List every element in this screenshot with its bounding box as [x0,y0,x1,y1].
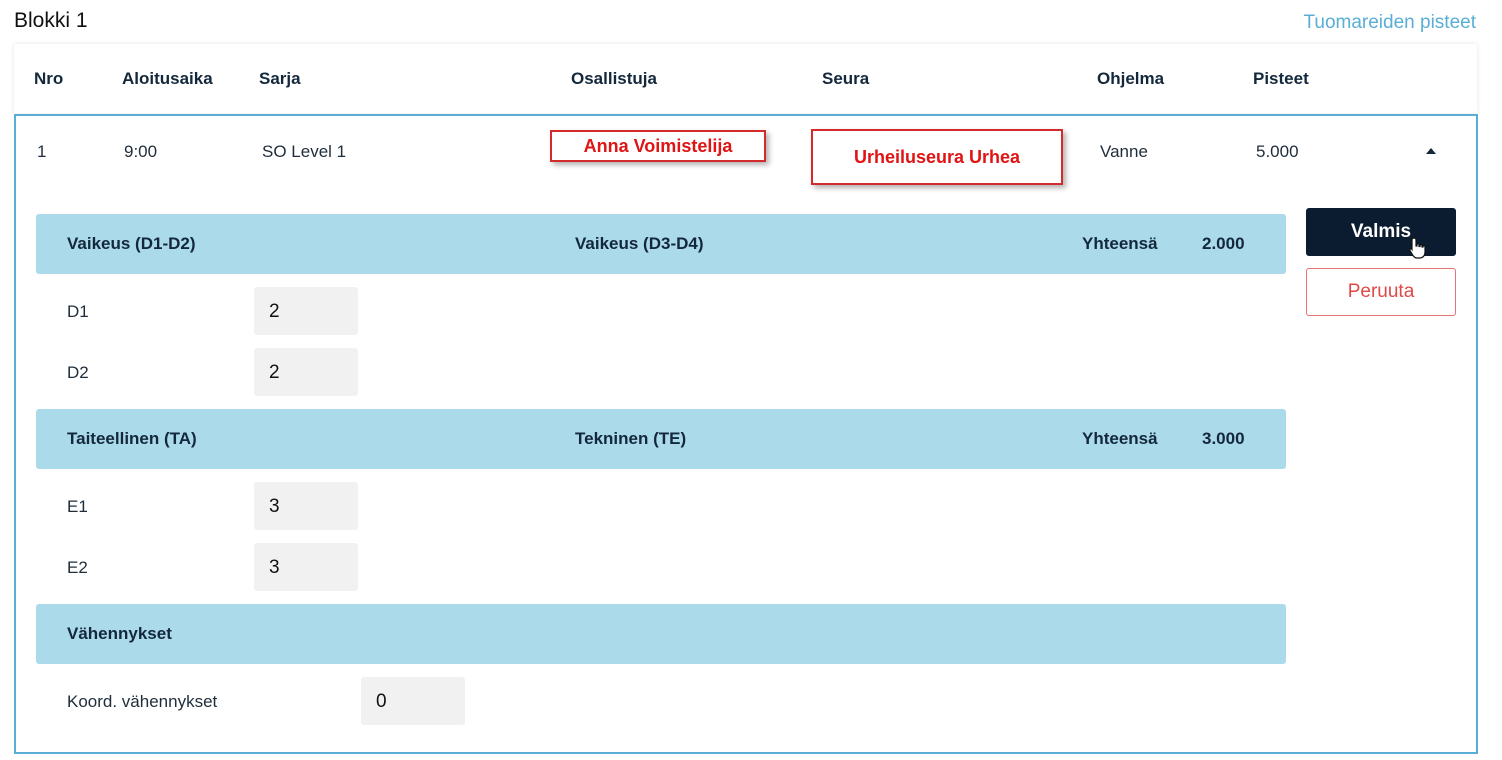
header-start-time: Aloitusaika [122,69,213,88]
participant-callout: Anna Voimistelija [550,130,766,162]
header-series: Sarja [259,69,301,88]
difficulty-total-label: Yhteensä [1082,234,1158,253]
difficulty-total-value: 2.000 [1202,234,1245,253]
block-title: Blokki 1 [14,9,88,32]
row-program: Vanne [1100,142,1148,161]
artistic-label: Taiteellinen (TA) [67,429,197,448]
execution-total-label: Yhteensä [1082,429,1158,448]
header-club: Seura [822,69,870,88]
d1-input[interactable]: 2 [254,287,358,335]
difficulty-d1-d2-label: Vaikeus (D1-D2) [67,234,196,253]
hand-cursor-icon [1409,237,1426,259]
row-start-time: 9:00 [124,142,158,161]
expanded-row-panel: 1 9:00 SO Level 1 Anna Voimistelija Urhe… [14,114,1478,754]
header-nro: Nro [34,69,64,88]
coord-deductions-input[interactable]: 0 [361,677,465,725]
d1-label: D1 [67,302,89,321]
coord-deductions-label: Koord. vähennykset [67,692,218,711]
e1-input[interactable]: 3 [254,482,358,530]
deductions-section-header: Vähennykset [36,604,1286,664]
difficulty-d3-d4-label: Vaikeus (D3-D4) [575,234,704,253]
d2-label: D2 [67,363,89,382]
table-header: Nro Aloitusaika Sarja Osallistuja Seura … [14,44,1477,113]
header-program: Ohjelma [1097,69,1165,88]
e2-input[interactable]: 3 [254,543,358,591]
caret-up-icon[interactable] [1426,148,1436,154]
row-series: SO Level 1 [262,142,347,161]
header-score: Pisteet [1253,69,1309,88]
row-nro: 1 [37,142,47,161]
d2-input[interactable]: 2 [254,348,358,396]
header-participant: Osallistuja [571,69,657,88]
cancel-button[interactable]: Peruuta [1306,268,1456,316]
execution-total-value: 3.000 [1202,429,1245,448]
e2-label: E2 [67,558,88,577]
technical-label: Tekninen (TE) [575,429,687,448]
execution-section-header: Taiteellinen (TA) Tekninen (TE) Yhteensä… [36,409,1286,469]
e1-label: E1 [67,497,88,516]
done-button[interactable]: Valmis [1306,208,1456,256]
judges-scores-link[interactable]: Tuomareiden pisteet [1303,12,1476,34]
difficulty-section-header: Vaikeus (D1-D2) Vaikeus (D3-D4) Yhteensä… [36,214,1286,274]
deductions-title: Vähennykset [67,624,172,643]
row-score: 5.000 [1256,142,1299,161]
club-callout: Urheiluseura Urhea [811,129,1063,185]
